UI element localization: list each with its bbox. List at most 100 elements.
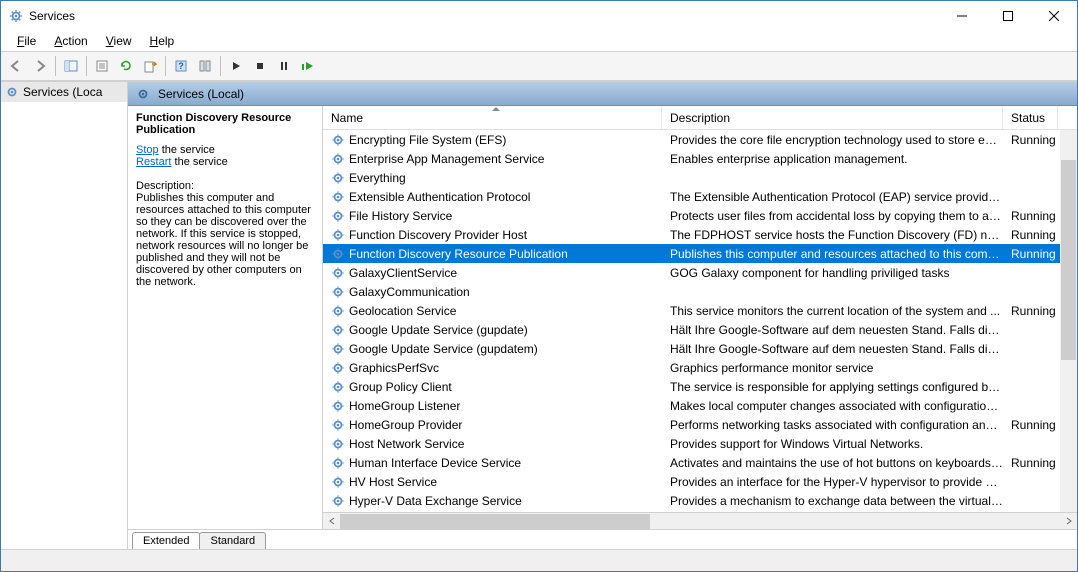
service-row[interactable]: Google Update Service (gupdatem)Hält Ihr… — [323, 339, 1077, 358]
menu-help[interactable]: Help — [142, 33, 183, 49]
menu-action[interactable]: Action — [46, 33, 95, 49]
vertical-scroll-thumb[interactable] — [1061, 160, 1076, 360]
service-gear-icon — [331, 133, 345, 147]
right-pane: Services (Local) Function Discovery Reso… — [128, 82, 1077, 549]
service-description: Hält Ihre Google-Software auf dem neuest… — [662, 323, 1003, 337]
scroll-left-arrow[interactable] — [323, 513, 340, 530]
start-service-button[interactable] — [225, 55, 247, 77]
service-rows: Encrypting File System (EFS)Provides the… — [323, 130, 1077, 512]
service-gear-icon — [331, 494, 345, 508]
service-row[interactable]: File History ServiceProtects user files … — [323, 206, 1077, 225]
column-headers: Name Description Status — [323, 106, 1077, 130]
service-row[interactable]: GalaxyCommunication — [323, 282, 1077, 301]
service-row[interactable]: Everything — [323, 168, 1077, 187]
service-gear-icon — [331, 475, 345, 489]
minimize-button[interactable] — [939, 1, 985, 31]
service-row[interactable]: HomeGroup ListenerMakes local computer c… — [323, 396, 1077, 415]
forward-button[interactable] — [29, 55, 51, 77]
service-row[interactable]: Hyper-V Data Exchange ServiceProvides a … — [323, 491, 1077, 510]
restart-service-button[interactable] — [297, 55, 319, 77]
service-gear-icon — [331, 152, 345, 166]
service-list: Name Description Status Encrypting File … — [323, 106, 1077, 529]
scroll-right-arrow[interactable] — [1060, 513, 1077, 530]
col-name[interactable]: Name — [323, 106, 662, 129]
pane-header-title: Services (Local) — [158, 87, 244, 101]
service-status: Running — [1003, 418, 1058, 432]
service-row[interactable]: Group Policy ClientThe service is respon… — [323, 377, 1077, 396]
menu-file[interactable]: File — [9, 33, 44, 49]
service-gear-icon — [331, 342, 345, 356]
pane-header-icon — [136, 87, 150, 101]
properties-button[interactable] — [91, 55, 113, 77]
toolbar: ? — [1, 51, 1077, 81]
service-name: HomeGroup Provider — [349, 418, 462, 432]
stop-link[interactable]: Stop — [136, 144, 159, 156]
service-name: Human Interface Device Service — [349, 456, 521, 470]
service-row[interactable]: Extensible Authentication ProtocolThe Ex… — [323, 187, 1077, 206]
service-gear-icon — [331, 285, 345, 299]
service-row[interactable]: Geolocation Service This service monitors… — [323, 301, 1077, 320]
col-status[interactable]: Status — [1003, 106, 1058, 129]
detail-pane: Function Discovery Resource Publication … — [128, 106, 323, 529]
services-node-icon — [5, 85, 19, 99]
title-bar: Services — [1, 1, 1077, 31]
service-gear-icon — [331, 190, 345, 204]
menu-view[interactable]: View — [98, 33, 140, 49]
service-row[interactable]: HV Host ServiceProvides an interface for… — [323, 472, 1077, 491]
help-button[interactable]: ? — [170, 55, 192, 77]
service-row[interactable]: Host Network ServiceProvides support for… — [323, 434, 1077, 453]
service-name: Hyper-V Data Exchange Service — [349, 494, 522, 508]
service-description: The service is responsible for applying … — [662, 380, 1003, 394]
stop-service-button[interactable] — [249, 55, 271, 77]
tab-standard[interactable]: Standard — [199, 532, 266, 549]
service-description: Makes local computer changes associated … — [662, 399, 1003, 413]
tree-root-label: Services (Loca — [23, 85, 102, 99]
service-gear-icon — [331, 361, 345, 375]
maximize-button[interactable] — [985, 1, 1031, 31]
service-gear-icon — [331, 418, 345, 432]
service-description: The FDPHOST service hosts the Function D… — [662, 228, 1003, 242]
service-description: Graphics performance monitor service — [662, 361, 1003, 375]
close-button[interactable] — [1031, 1, 1077, 31]
window-title: Services — [29, 9, 75, 23]
refresh-button[interactable] — [115, 55, 137, 77]
service-gear-icon — [331, 437, 345, 451]
view-tabs: Extended Standard — [128, 529, 1077, 549]
horizontal-scroll-thumb[interactable] — [340, 514, 650, 529]
service-name: Geolocation Service — [349, 304, 456, 318]
tree-root-services[interactable]: Services (Loca — [1, 82, 127, 102]
service-name: GalaxyClientService — [349, 266, 457, 280]
svg-text:?: ? — [178, 61, 184, 71]
restart-link[interactable]: Restart — [136, 156, 171, 168]
service-description: The Extensible Authentication Protocol (… — [662, 190, 1003, 204]
service-status: Running — [1003, 247, 1058, 261]
service-name: GraphicsPerfSvc — [349, 361, 439, 375]
service-row[interactable]: Encrypting File System (EFS)Provides the… — [323, 130, 1077, 149]
vertical-scrollbar[interactable] — [1060, 130, 1077, 512]
service-row[interactable]: GraphicsPerfSvc Graphics performance moni… — [323, 358, 1077, 377]
selected-service-name: Function Discovery Resource Publication — [136, 112, 314, 136]
service-row[interactable]: GalaxyClientServiceGOG Galaxy component … — [323, 263, 1077, 282]
service-row[interactable]: HomeGroup ProviderPerforms networking ta… — [323, 415, 1077, 434]
horizontal-scrollbar[interactable] — [323, 512, 1077, 529]
service-row[interactable]: Enterprise App Management ServiceEnables… — [323, 149, 1077, 168]
service-row[interactable]: Function Discovery Provider HostThe FDPH… — [323, 225, 1077, 244]
show-hide-tree-button[interactable] — [60, 55, 82, 77]
service-row[interactable]: Google Update Service (gupdate)Hält Ihre… — [323, 320, 1077, 339]
pause-service-button[interactable] — [273, 55, 295, 77]
service-gear-icon — [331, 209, 345, 223]
service-row[interactable]: Function Discovery Resource PublicationP… — [323, 244, 1077, 263]
service-gear-icon — [331, 380, 345, 394]
service-name: Google Update Service (gupdatem) — [349, 342, 538, 356]
service-row[interactable]: Human Interface Device ServiceActivates … — [323, 453, 1077, 472]
export-button[interactable] — [139, 55, 161, 77]
back-button[interactable] — [5, 55, 27, 77]
service-description: This service monitors the current locati… — [662, 304, 1003, 318]
service-name: File History Service — [349, 209, 452, 223]
service-status: Running — [1003, 209, 1058, 223]
col-description[interactable]: Description — [662, 106, 1003, 129]
service-status: Running — [1003, 133, 1058, 147]
tab-extended[interactable]: Extended — [132, 532, 200, 549]
show-hide-action-pane-button[interactable] — [194, 55, 216, 77]
description-text: Publishes this computer and resources at… — [136, 192, 314, 288]
